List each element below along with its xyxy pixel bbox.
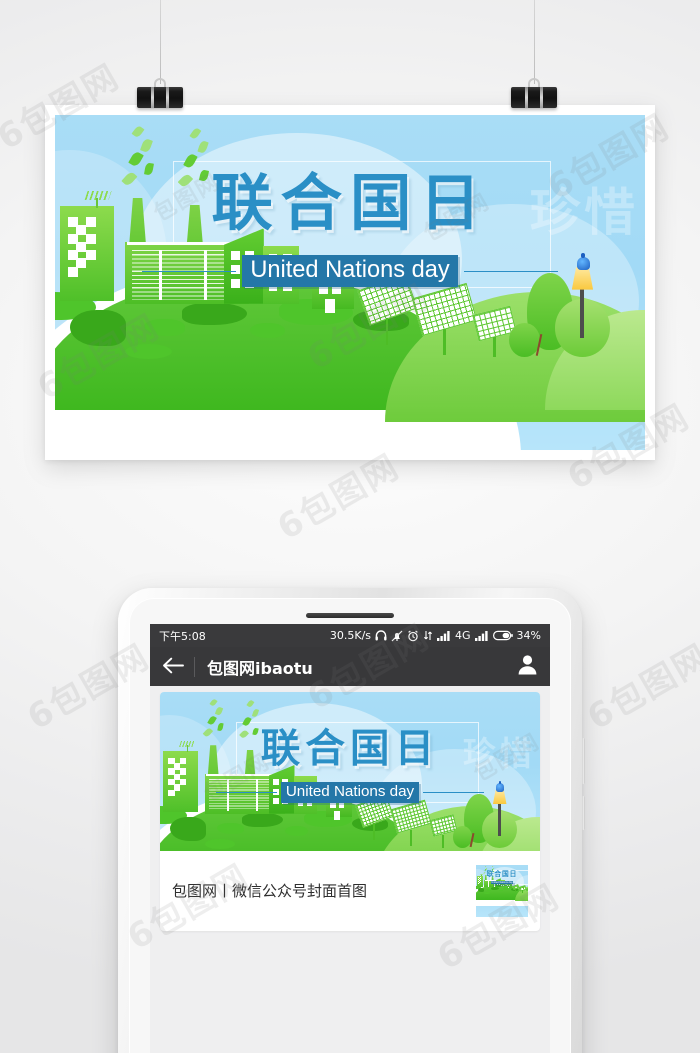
solar-panel-3	[428, 814, 458, 848]
solar-panel-pole	[385, 317, 389, 346]
status-bar-right-group: 30.5K/s 4G 34%	[330, 629, 541, 642]
phone-banner-artwork: 珍惜 联合国日 United Nations day	[160, 692, 540, 851]
house-door	[334, 810, 341, 820]
poster-title-cn: 联合国日	[211, 168, 489, 240]
continent-shape-4	[181, 302, 247, 326]
status-bar: 下午5:08 30.5K/s 4G 34%	[150, 624, 550, 647]
poster-subtitle-en: United Nations day	[280, 782, 420, 803]
article-content: 珍惜 联合国日 United Nations day 包图网丨微信公众号封面首图 联…	[150, 686, 550, 931]
street-lamp-pole	[580, 287, 585, 338]
binder-clip-body-icon	[511, 87, 557, 108]
status-bar-battery-percent: 34%	[516, 629, 541, 642]
article-card[interactable]: 珍惜 联合国日 United Nations day 包图网丨微信公众号封面首图 联…	[160, 692, 540, 931]
poster-subtitle-row: United Nations day	[55, 255, 645, 288]
building-window	[76, 241, 87, 252]
data-transfer-icon	[423, 630, 433, 641]
house-window	[330, 802, 336, 808]
poster-title-cn: 联合国日	[486, 870, 518, 879]
building-window	[503, 884, 505, 886]
continent-shape-2	[169, 817, 206, 841]
battery-icon	[492, 630, 513, 641]
watermark: 6包图网	[580, 636, 700, 739]
thumbnail-artwork: 联合国日 United Nations day	[476, 864, 528, 917]
signal-bars-icon-2	[474, 630, 489, 641]
hanging-string-right	[534, 0, 535, 84]
phone-volume-button[interactable]	[582, 738, 585, 784]
article-cover-image: 珍惜 联合国日 United Nations day	[160, 692, 540, 851]
continent-shape-5	[285, 825, 309, 836]
bell-muted-icon	[391, 630, 403, 642]
status-bar-time: 下午5:08	[159, 629, 206, 643]
poster-title-cn: 联合国日	[260, 725, 440, 772]
solar-panel-3	[472, 305, 517, 357]
phone-screen: 下午5:08 30.5K/s 4G 34% 包图网ibaotu 珍惜 联合国日 …	[150, 624, 550, 1053]
continent-shape-5	[499, 889, 504, 892]
solar-panel-2	[411, 282, 477, 355]
article-card-footer: 包图网丨微信公众号封面首图 联合国日 United Nations day	[160, 851, 540, 931]
poster-subtitle-en: United Nations day	[490, 881, 514, 885]
headphone-icon	[375, 630, 387, 641]
street-lamp-pole	[498, 802, 501, 836]
tree-small	[509, 322, 540, 357]
app-title-bar: 包图网ibaotu	[150, 647, 550, 686]
poster-subtitle-en: United Nations day	[242, 255, 458, 288]
subtitle-rule-right	[463, 270, 559, 272]
house-window	[319, 286, 328, 295]
phone-inner-bezel: 下午5:08 30.5K/s 4G 34% 包图网ibaotu 珍惜 联合国日 …	[129, 598, 571, 1053]
alarm-clock-icon	[407, 630, 419, 642]
phone-earpiece-speaker	[306, 613, 394, 618]
binder-clip-body-icon	[137, 87, 183, 108]
subtitle-rule-right	[423, 792, 485, 794]
house-door	[325, 299, 335, 314]
back-arrow-icon[interactable]	[162, 656, 184, 678]
subtitle-rule-left	[215, 792, 277, 794]
solar-panel-pole	[442, 834, 444, 848]
article-caption: 包图网丨微信公众号封面首图	[172, 882, 368, 901]
solar-panel-2	[389, 799, 432, 847]
poster-card: 珍惜 联合国日 United Nations day	[45, 105, 655, 460]
solar-panel-3	[525, 887, 528, 892]
binder-clip-right	[511, 78, 557, 108]
article-thumbnail: 联合国日 United Nations day	[476, 864, 528, 917]
solar-panel-pole	[443, 328, 446, 355]
app-title: 包图网ibaotu	[207, 658, 313, 678]
status-bar-network-type: 4G	[455, 629, 471, 642]
building-window	[173, 773, 181, 781]
solar-panel-pole	[410, 829, 412, 847]
house-door	[508, 886, 510, 889]
title-bar-divider	[194, 656, 195, 677]
phone-mockup: 下午5:08 30.5K/s 4G 34% 包图网ibaotu 珍惜 联合国日 …	[118, 588, 585, 1053]
building-window	[498, 884, 500, 886]
phone-power-button[interactable]	[582, 796, 585, 830]
hanging-string-left	[160, 0, 161, 84]
solar-panel-pole	[493, 336, 496, 357]
continent-shape-8	[484, 892, 490, 894]
solar-panel-pole	[373, 822, 375, 841]
house-window	[338, 802, 344, 808]
status-bar-net-speed: 30.5K/s	[329, 629, 372, 642]
continent-shape-8	[124, 343, 172, 360]
house-window	[332, 286, 341, 295]
signal-bars-icon	[437, 630, 451, 641]
person-icon[interactable]	[517, 654, 538, 680]
continent-shape-5	[249, 322, 286, 338]
subtitle-rule-left	[141, 270, 237, 272]
poster-subtitle-row: United Nations day	[476, 881, 528, 885]
continent-shape-2	[69, 309, 126, 347]
poster-subtitle-row: United Nations day	[160, 782, 540, 803]
poster-banner-artwork: 珍惜 联合国日 United Nations day	[55, 115, 645, 450]
binder-clip-left	[137, 78, 183, 108]
